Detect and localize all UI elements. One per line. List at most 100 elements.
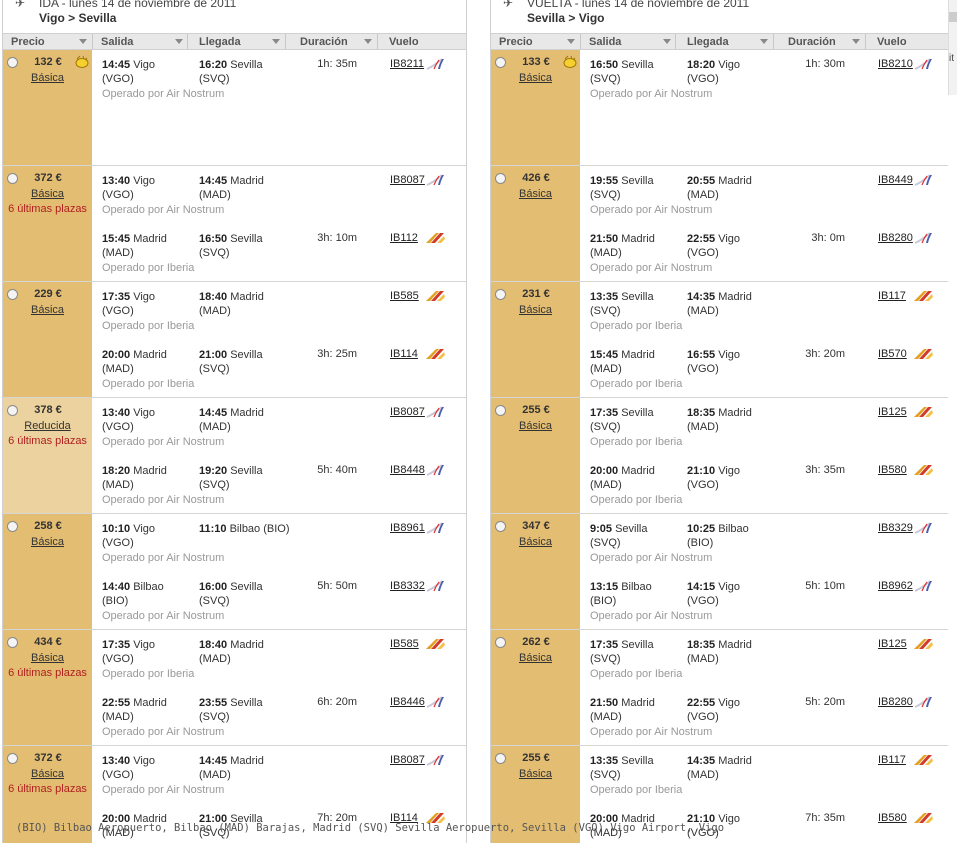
- fare-type-link[interactable]: Básica: [491, 652, 580, 664]
- sort-caret-icon[interactable]: [567, 39, 575, 44]
- departure-time: 21:50: [590, 233, 619, 245]
- sort-caret-icon[interactable]: [79, 39, 87, 44]
- fare-type-link[interactable]: Básica: [3, 768, 92, 780]
- select-fare-radio[interactable]: [495, 57, 506, 68]
- select-fare-radio[interactable]: [7, 289, 18, 300]
- select-fare-radio[interactable]: [495, 753, 506, 764]
- flight-number-link[interactable]: IB114: [390, 348, 418, 360]
- column-price-header[interactable]: Precio: [11, 36, 87, 48]
- flight-number-link[interactable]: IB585: [390, 290, 419, 302]
- flight-number-link[interactable]: IB8449: [878, 174, 913, 186]
- flight-number-link[interactable]: IB112: [390, 232, 418, 244]
- result-row[interactable]: 255 € Básica 17:35 Sevilla (SVQ) 18:35 Madri…: [491, 398, 948, 514]
- price-cell[interactable]: 255 € Básica: [491, 398, 580, 513]
- sort-caret-icon[interactable]: [663, 39, 671, 44]
- select-fare-radio[interactable]: [7, 405, 18, 416]
- result-row[interactable]: 132 € Básica 14:45 Vigo (VGO) 16:20 Sevilla(…: [3, 50, 466, 166]
- fare-type-link[interactable]: Básica: [491, 768, 580, 780]
- flight-number-link[interactable]: IB117: [878, 754, 906, 766]
- price-cell[interactable]: 262 € Básica: [491, 630, 580, 745]
- result-row[interactable]: 133 € Básica 16:50 Sevilla (SVQ) 18:20 Vigo(…: [491, 50, 948, 166]
- fare-type-link[interactable]: Básica: [3, 72, 92, 84]
- sort-caret-icon[interactable]: [175, 39, 183, 44]
- arrival-city: Sevilla: [230, 59, 263, 71]
- price-cell[interactable]: 132 € Básica: [3, 50, 92, 165]
- flight-number-link[interactable]: IB8211: [390, 58, 424, 70]
- flight-number-link[interactable]: IB580: [878, 464, 907, 476]
- result-row[interactable]: 229 € Básica 17:35 Vigo (VGO) 18:40 Madrid (M…: [3, 282, 466, 398]
- result-row[interactable]: 434 € Básica 6 últimas plazas 17:35 Vigo (VG…: [3, 630, 466, 746]
- select-fare-radio[interactable]: [7, 173, 18, 184]
- result-row[interactable]: 426 € Básica 19:55 Sevilla (SVQ) 20:55 Madri…: [491, 166, 948, 282]
- fare-type-link[interactable]: Básica: [3, 188, 92, 200]
- column-flight-header[interactable]: Vuelo: [389, 36, 419, 48]
- result-row[interactable]: 262 € Básica 17:35 Sevilla (SVQ) 18:35 Madri…: [491, 630, 948, 746]
- flight-number-link[interactable]: IB8332: [390, 580, 425, 592]
- price-cell[interactable]: 229 € Básica: [3, 282, 92, 397]
- flight-number-link[interactable]: IB8329: [878, 522, 913, 534]
- result-row[interactable]: 258 € Básica 10:10 Vigo (VGO) 11:10 Bilbao (…: [3, 514, 466, 630]
- flight-number-link[interactable]: IB570: [878, 348, 907, 360]
- column-arrival-header[interactable]: Llegada: [687, 36, 768, 48]
- result-row[interactable]: 372 € Básica 6 últimas plazas 13:40 Vigo (VG…: [3, 166, 466, 282]
- select-fare-radio[interactable]: [7, 521, 18, 532]
- flight-number-link[interactable]: IB8087: [390, 174, 425, 186]
- flight-number-link[interactable]: IB125: [878, 406, 907, 418]
- fare-type-link[interactable]: Básica: [3, 652, 92, 664]
- price-cell[interactable]: 133 € Básica: [491, 50, 580, 165]
- column-arrival-header[interactable]: Llegada: [199, 36, 280, 48]
- price-cell[interactable]: 258 € Básica: [3, 514, 92, 629]
- fare-type-link[interactable]: Básica: [3, 304, 92, 316]
- flight-number-link[interactable]: IB8961: [390, 522, 425, 534]
- column-departure-header[interactable]: Salida: [101, 36, 183, 48]
- price-cell[interactable]: 347 € Básica: [491, 514, 580, 629]
- flight-number-link[interactable]: IB8280: [878, 696, 913, 708]
- fare-type-link[interactable]: Básica: [491, 420, 580, 432]
- column-duration-header[interactable]: Duración: [788, 36, 860, 48]
- column-duration-header[interactable]: Duración: [300, 36, 372, 48]
- flight-number-link[interactable]: IB8280: [878, 232, 913, 244]
- flight-number-link[interactable]: IB8087: [390, 406, 425, 418]
- select-fare-radio[interactable]: [495, 289, 506, 300]
- flight-number-link[interactable]: IB8962: [878, 580, 913, 592]
- fare-type-link[interactable]: Básica: [3, 536, 92, 548]
- flight-number-link[interactable]: IB117: [878, 290, 906, 302]
- fare-type-link[interactable]: Básica: [491, 188, 580, 200]
- fare-type-link[interactable]: Básica: [491, 72, 580, 84]
- price-cell[interactable]: 434 € Básica 6 últimas plazas: [3, 630, 92, 745]
- fare-type-link[interactable]: Básica: [491, 536, 580, 548]
- result-row[interactable]: 378 € Reducida 6 últimas plazas 13:40 Vigo (…: [3, 398, 466, 514]
- flight-number-link[interactable]: IB8446: [390, 696, 425, 708]
- sort-caret-icon[interactable]: [272, 39, 280, 44]
- column-flight-header[interactable]: Vuelo: [877, 36, 907, 48]
- flight-number-link[interactable]: IB8210: [878, 58, 913, 70]
- sort-caret-icon[interactable]: [760, 39, 768, 44]
- scrollbar-thumb[interactable]: [949, 12, 957, 22]
- arrival-time: 14:45: [199, 755, 228, 767]
- flight-number-link[interactable]: IB580: [878, 812, 907, 824]
- select-fare-radio[interactable]: [495, 521, 506, 532]
- sort-caret-icon[interactable]: [364, 39, 372, 44]
- flight-number-link[interactable]: IB8087: [390, 754, 425, 766]
- column-price-header[interactable]: Precio: [499, 36, 575, 48]
- select-fare-radio[interactable]: [495, 405, 506, 416]
- select-fare-radio[interactable]: [495, 173, 506, 184]
- select-fare-radio[interactable]: [495, 637, 506, 648]
- flight-number-link[interactable]: IB125: [878, 638, 907, 650]
- arrival: 16:20 Sevilla (SVQ): [199, 58, 309, 86]
- fare-type-link[interactable]: Básica: [491, 304, 580, 316]
- select-fare-radio[interactable]: [7, 637, 18, 648]
- price-cell[interactable]: 426 € Básica: [491, 166, 580, 281]
- column-departure-header[interactable]: Salida: [589, 36, 671, 48]
- flight-number-link[interactable]: IB8448: [390, 464, 425, 476]
- select-fare-radio[interactable]: [7, 753, 18, 764]
- price-cell[interactable]: 372 € Básica 6 últimas plazas: [3, 166, 92, 281]
- select-fare-radio[interactable]: [7, 57, 18, 68]
- sort-caret-icon[interactable]: [852, 39, 860, 44]
- flight-number-link[interactable]: IB585: [390, 638, 419, 650]
- fare-type-link[interactable]: Reducida: [3, 420, 92, 432]
- price-cell[interactable]: 378 € Reducida 6 últimas plazas: [3, 398, 92, 513]
- price-cell[interactable]: 231 € Básica: [491, 282, 580, 397]
- result-row[interactable]: 231 € Básica 13:35 Sevilla (SVQ) 14:35 Madri…: [491, 282, 948, 398]
- result-row[interactable]: 347 € Básica 9:05 Sevilla (SVQ) 10:25 Bilbao…: [491, 514, 948, 630]
